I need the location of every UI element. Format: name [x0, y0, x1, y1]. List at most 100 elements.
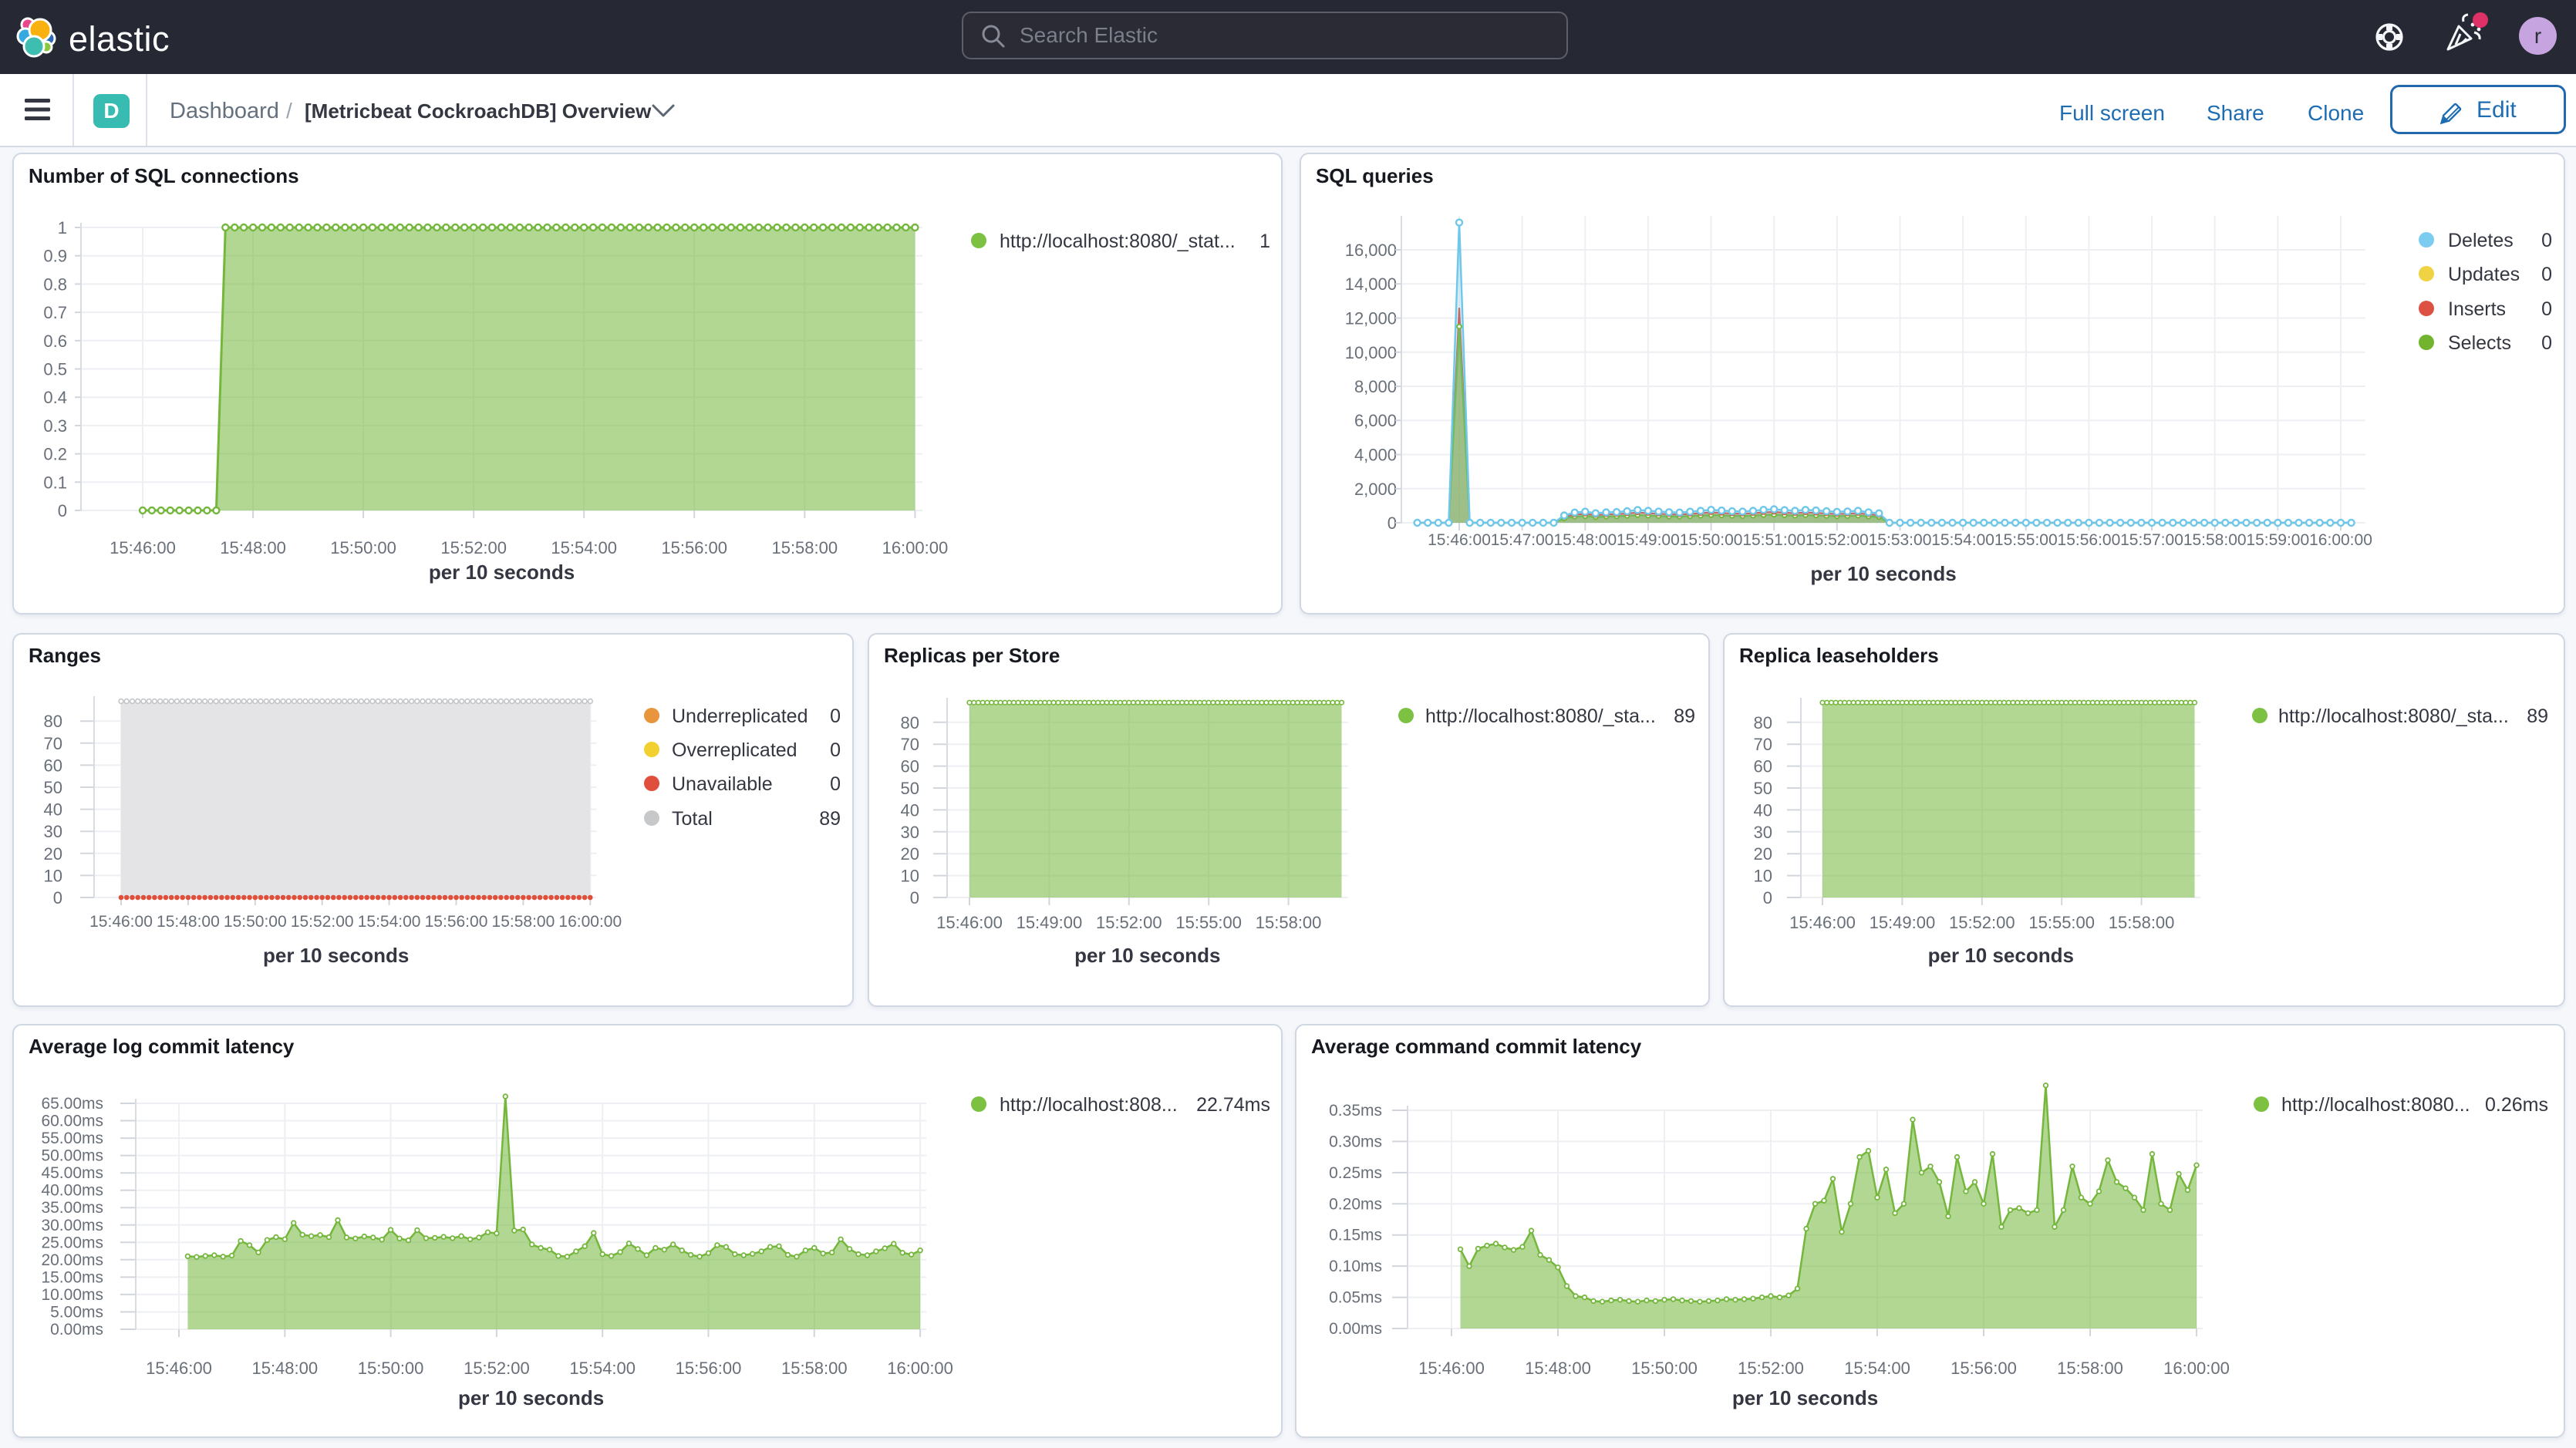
svg-text:0.26ms: 0.26ms — [2485, 1094, 2548, 1116]
svg-text:16:00:00: 16:00:00 — [2309, 531, 2372, 549]
svg-text:8,000: 8,000 — [1354, 377, 1397, 396]
svg-text:15:58:00: 15:58:00 — [492, 913, 555, 931]
svg-text:15.00ms: 15.00ms — [41, 1268, 103, 1286]
svg-text:20: 20 — [901, 844, 919, 864]
svg-text:0: 0 — [830, 705, 841, 727]
svg-text:15:50:00: 15:50:00 — [330, 538, 396, 557]
svg-text:0.00ms: 0.00ms — [1329, 1320, 1382, 1338]
svg-text:15:55:00: 15:55:00 — [2028, 913, 2095, 932]
svg-text:15:50:00: 15:50:00 — [358, 1359, 424, 1378]
svg-text:89: 89 — [1674, 705, 1695, 727]
svg-text:15:49:00: 15:49:00 — [1870, 913, 1936, 932]
svg-text:Number of SQL connections: Number of SQL connections — [29, 164, 299, 187]
svg-text:15:54:00: 15:54:00 — [1931, 531, 1994, 549]
svg-text:60.00ms: 60.00ms — [41, 1113, 103, 1130]
svg-text:Underreplicated: Underreplicated — [672, 705, 808, 727]
svg-text:0.5: 0.5 — [43, 360, 67, 379]
svg-text:0: 0 — [830, 739, 841, 761]
svg-text:Unavailable: Unavailable — [672, 773, 773, 795]
svg-text:50.00ms: 50.00ms — [41, 1147, 103, 1165]
svg-text:Replica leaseholders: Replica leaseholders — [1739, 644, 1939, 667]
svg-text:15:47:00: 15:47:00 — [1491, 531, 1554, 549]
svg-text:15:50:00: 15:50:00 — [1631, 1359, 1698, 1378]
svg-text:0: 0 — [58, 501, 67, 520]
svg-text:15:55:00: 15:55:00 — [1994, 531, 2058, 549]
svg-text:0.20ms: 0.20ms — [1329, 1195, 1382, 1213]
svg-text:50: 50 — [901, 779, 919, 798]
svg-text:0: 0 — [2541, 298, 2552, 320]
svg-text:http://localhost:8080/_sta...: http://localhost:8080/_sta... — [1425, 705, 1656, 727]
svg-text:per 10 seconds: per 10 seconds — [1732, 1386, 1878, 1409]
svg-text:0.05ms: 0.05ms — [1329, 1289, 1382, 1307]
svg-text:15:48:00: 15:48:00 — [220, 538, 286, 557]
svg-text:15:52:00: 15:52:00 — [440, 538, 507, 557]
svg-text:Average log commit latency: Average log commit latency — [29, 1035, 295, 1058]
svg-text:0.30ms: 0.30ms — [1329, 1133, 1382, 1150]
svg-text:22.74ms: 22.74ms — [1196, 1094, 1270, 1116]
svg-text:6,000: 6,000 — [1354, 411, 1397, 430]
svg-text:80: 80 — [44, 712, 62, 731]
svg-text:per 10 seconds: per 10 seconds — [458, 1386, 604, 1409]
svg-text:15:48:00: 15:48:00 — [251, 1359, 318, 1378]
svg-text:15:48:00: 15:48:00 — [1553, 531, 1617, 549]
svg-text:5.00ms: 5.00ms — [50, 1304, 103, 1322]
svg-text:15:55:00: 15:55:00 — [1175, 913, 1242, 932]
svg-text:4,000: 4,000 — [1354, 446, 1397, 465]
svg-text:0.6: 0.6 — [43, 332, 67, 351]
svg-text:15:50:00: 15:50:00 — [224, 913, 287, 931]
svg-text:0: 0 — [2541, 332, 2552, 354]
svg-text:16:00:00: 16:00:00 — [882, 538, 949, 557]
svg-text:per 10 seconds: per 10 seconds — [263, 944, 409, 967]
svg-text:16:00:00: 16:00:00 — [887, 1359, 953, 1378]
svg-text:0.9: 0.9 — [43, 247, 67, 266]
svg-text:35.00ms: 35.00ms — [41, 1199, 103, 1217]
svg-text:1: 1 — [1259, 231, 1270, 252]
svg-text:0: 0 — [1763, 888, 1772, 908]
svg-text:0: 0 — [830, 773, 841, 795]
svg-text:50: 50 — [1754, 779, 1772, 798]
svg-text:30: 30 — [901, 823, 919, 842]
svg-text:0.8: 0.8 — [43, 274, 67, 294]
svg-text:15:52:00: 15:52:00 — [1806, 531, 1869, 549]
svg-text:60: 60 — [44, 756, 62, 775]
svg-text:15:46:00: 15:46:00 — [146, 1359, 212, 1378]
svg-text:65.00ms: 65.00ms — [41, 1095, 103, 1113]
svg-text:Updates: Updates — [2448, 264, 2520, 285]
svg-text:10: 10 — [44, 866, 62, 885]
svg-text:per 10 seconds: per 10 seconds — [1810, 562, 1956, 585]
svg-text:0.4: 0.4 — [43, 388, 67, 407]
svg-text:15:46:00: 15:46:00 — [936, 913, 1003, 932]
svg-text:14,000: 14,000 — [1345, 274, 1397, 294]
svg-text:15:52:00: 15:52:00 — [1096, 913, 1162, 932]
svg-text:15:52:00: 15:52:00 — [464, 1359, 530, 1378]
svg-text:16:00:00: 16:00:00 — [2163, 1359, 2230, 1378]
svg-text:15:49:00: 15:49:00 — [1017, 913, 1083, 932]
svg-text:15:58:00: 15:58:00 — [2109, 913, 2175, 932]
svg-text:45.00ms: 45.00ms — [41, 1164, 103, 1182]
svg-text:40.00ms: 40.00ms — [41, 1182, 103, 1200]
svg-text:http://localhost:808...: http://localhost:808... — [1000, 1094, 1178, 1116]
svg-text:15:54:00: 15:54:00 — [1844, 1359, 1910, 1378]
svg-text:Selects: Selects — [2448, 332, 2511, 354]
svg-text:20: 20 — [44, 844, 62, 864]
svg-text:15:57:00: 15:57:00 — [2120, 531, 2183, 549]
svg-text:1: 1 — [58, 218, 67, 237]
svg-text:0: 0 — [2541, 264, 2552, 285]
svg-text:10: 10 — [1754, 867, 1772, 886]
svg-text:Replicas per Store: Replicas per Store — [884, 644, 1060, 667]
svg-text:80: 80 — [901, 713, 919, 732]
svg-text:15:54:00: 15:54:00 — [569, 1359, 636, 1378]
svg-text:15:56:00: 15:56:00 — [676, 1359, 742, 1378]
svg-text:0.10ms: 0.10ms — [1329, 1258, 1382, 1275]
svg-text:60: 60 — [901, 757, 919, 776]
svg-text:10,000: 10,000 — [1345, 343, 1397, 362]
svg-text:2,000: 2,000 — [1354, 480, 1397, 499]
svg-text:50: 50 — [44, 778, 62, 797]
svg-text:15:46:00: 15:46:00 — [89, 913, 153, 931]
svg-text:0.1: 0.1 — [43, 473, 67, 492]
svg-text:0.35ms: 0.35ms — [1329, 1102, 1382, 1120]
svg-text:30: 30 — [1754, 823, 1772, 842]
svg-text:89: 89 — [2527, 705, 2548, 727]
svg-text:Total: Total — [672, 808, 713, 830]
svg-text:15:46:00: 15:46:00 — [1418, 1359, 1485, 1378]
